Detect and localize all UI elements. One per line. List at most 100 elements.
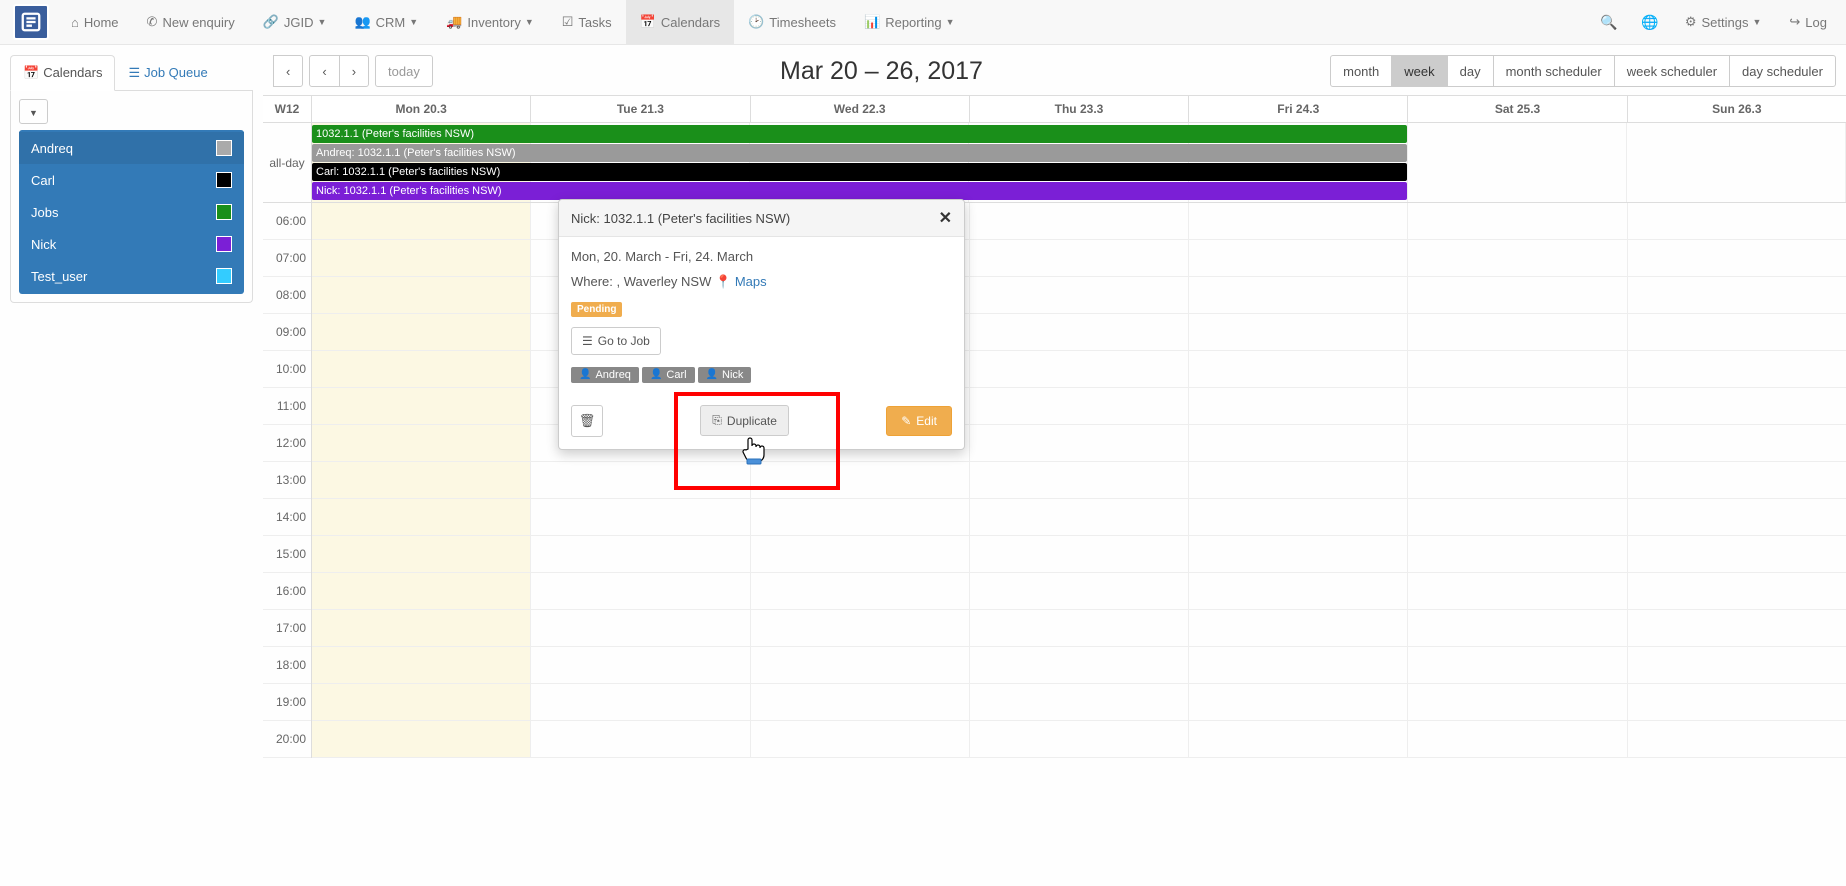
time-slot[interactable]: [970, 388, 1188, 425]
time-column[interactable]: [1408, 203, 1627, 758]
time-slot[interactable]: [970, 277, 1188, 314]
time-slot[interactable]: [1408, 647, 1626, 684]
view-month-button[interactable]: month: [1330, 55, 1392, 87]
nav-new-enquiry[interactable]: ✆New enquiry: [133, 0, 249, 45]
time-slot[interactable]: [1189, 499, 1407, 536]
time-slot[interactable]: [1189, 647, 1407, 684]
duplicate-button[interactable]: ⎘Duplicate: [700, 405, 789, 436]
time-slot[interactable]: [751, 499, 969, 536]
time-slot[interactable]: [1408, 203, 1626, 240]
allday-event[interactable]: Carl: 1032.1.1 (Peter's facilities NSW): [312, 163, 1407, 181]
time-slot[interactable]: [531, 536, 749, 573]
nav-log[interactable]: ↪Log: [1775, 0, 1841, 45]
nav-tasks[interactable]: ☑Tasks: [548, 0, 626, 45]
time-slot[interactable]: [312, 425, 530, 462]
time-slot[interactable]: [312, 203, 530, 240]
time-slot[interactable]: [1189, 684, 1407, 721]
time-slot[interactable]: [312, 499, 530, 536]
time-slot[interactable]: [751, 647, 969, 684]
delete-button[interactable]: 🗑: [571, 405, 603, 437]
time-slot[interactable]: [1628, 388, 1846, 425]
time-slot[interactable]: [970, 684, 1188, 721]
time-slot[interactable]: [970, 721, 1188, 758]
time-slot[interactable]: [1189, 240, 1407, 277]
time-slot[interactable]: [531, 462, 749, 499]
tab-calendars[interactable]: 📅Calendars: [10, 55, 115, 91]
nav-globe[interactable]: 🌐: [1629, 0, 1670, 45]
next-button[interactable]: ›: [339, 55, 369, 87]
app-logo[interactable]: [13, 4, 49, 40]
time-slot[interactable]: [1408, 536, 1626, 573]
time-slot[interactable]: [970, 351, 1188, 388]
time-slot[interactable]: [312, 462, 530, 499]
collapse-button[interactable]: ‹: [273, 55, 303, 87]
time-slot[interactable]: [1189, 277, 1407, 314]
time-slot[interactable]: [1628, 610, 1846, 647]
calendar-list-item[interactable]: Andreq: [19, 132, 244, 164]
time-slot[interactable]: [1189, 610, 1407, 647]
time-slot[interactable]: [1408, 425, 1626, 462]
time-slot[interactable]: [970, 647, 1188, 684]
view-day-button[interactable]: day: [1447, 55, 1494, 87]
time-slot[interactable]: [1189, 462, 1407, 499]
assignee-chip[interactable]: 👤Nick: [698, 367, 752, 383]
calendar-list-item[interactable]: Test_user: [19, 260, 244, 292]
nav-inventory[interactable]: 🚚Inventory▼: [432, 0, 548, 45]
calendar-list-item[interactable]: Carl: [19, 164, 244, 196]
time-slot[interactable]: [1189, 573, 1407, 610]
nav-reporting[interactable]: 📊Reporting▼: [850, 0, 968, 45]
time-slot[interactable]: [1408, 351, 1626, 388]
time-slot[interactable]: [1628, 721, 1846, 758]
time-slot[interactable]: [531, 647, 749, 684]
time-slot[interactable]: [1628, 314, 1846, 351]
nav-search[interactable]: 🔍: [1588, 0, 1629, 45]
nav-home[interactable]: ⌂Home: [57, 0, 133, 45]
allday-event[interactable]: 1032.1.1 (Peter's facilities NSW): [312, 125, 1407, 143]
nav-settings[interactable]: ⚙Settings▼: [1671, 0, 1776, 45]
go-to-job-button[interactable]: ☰Go to Job: [571, 327, 661, 355]
view-month-scheduler-button[interactable]: month scheduler: [1493, 55, 1615, 87]
time-slot[interactable]: [1408, 277, 1626, 314]
time-slot[interactable]: [970, 499, 1188, 536]
time-slot[interactable]: [1628, 647, 1846, 684]
time-slot[interactable]: [1408, 240, 1626, 277]
time-slot[interactable]: [1189, 351, 1407, 388]
time-slot[interactable]: [1189, 536, 1407, 573]
time-slot[interactable]: [970, 425, 1188, 462]
time-slot[interactable]: [751, 610, 969, 647]
nav-timesheets[interactable]: 🕑Timesheets: [734, 0, 850, 45]
calendar-filter-dropdown[interactable]: ▼: [19, 99, 48, 124]
time-slot[interactable]: [970, 573, 1188, 610]
time-column[interactable]: [1189, 203, 1408, 758]
assignee-chip[interactable]: 👤Carl: [642, 367, 695, 383]
time-slot[interactable]: [531, 610, 749, 647]
calendar-list-item[interactable]: Nick: [19, 228, 244, 260]
time-slot[interactable]: [1628, 536, 1846, 573]
time-slot[interactable]: [1189, 203, 1407, 240]
time-slot[interactable]: [751, 721, 969, 758]
time-slot[interactable]: [1189, 425, 1407, 462]
time-slot[interactable]: [1408, 684, 1626, 721]
allday-event[interactable]: Nick: 1032.1.1 (Peter's facilities NSW): [312, 182, 1407, 200]
time-slot[interactable]: [312, 314, 530, 351]
time-slot[interactable]: [531, 684, 749, 721]
time-slot[interactable]: [1189, 314, 1407, 351]
time-slot[interactable]: [1628, 203, 1846, 240]
time-slot[interactable]: [312, 573, 530, 610]
time-slot[interactable]: [1628, 573, 1846, 610]
time-slot[interactable]: [1628, 684, 1846, 721]
time-slot[interactable]: [531, 721, 749, 758]
time-column[interactable]: [1628, 203, 1846, 758]
nav-jgid[interactable]: 🔗JGID▼: [249, 0, 341, 45]
assignee-chip[interactable]: 👤Andreq: [571, 367, 639, 383]
time-slot[interactable]: [751, 684, 969, 721]
time-slot[interactable]: [970, 240, 1188, 277]
time-slot[interactable]: [970, 536, 1188, 573]
time-slot[interactable]: [970, 462, 1188, 499]
time-slot[interactable]: [531, 573, 749, 610]
time-slot[interactable]: [1408, 314, 1626, 351]
time-slot[interactable]: [1189, 721, 1407, 758]
nav-calendars[interactable]: 📅Calendars: [626, 0, 734, 45]
time-slot[interactable]: [312, 647, 530, 684]
view-week-button[interactable]: week: [1391, 55, 1447, 87]
